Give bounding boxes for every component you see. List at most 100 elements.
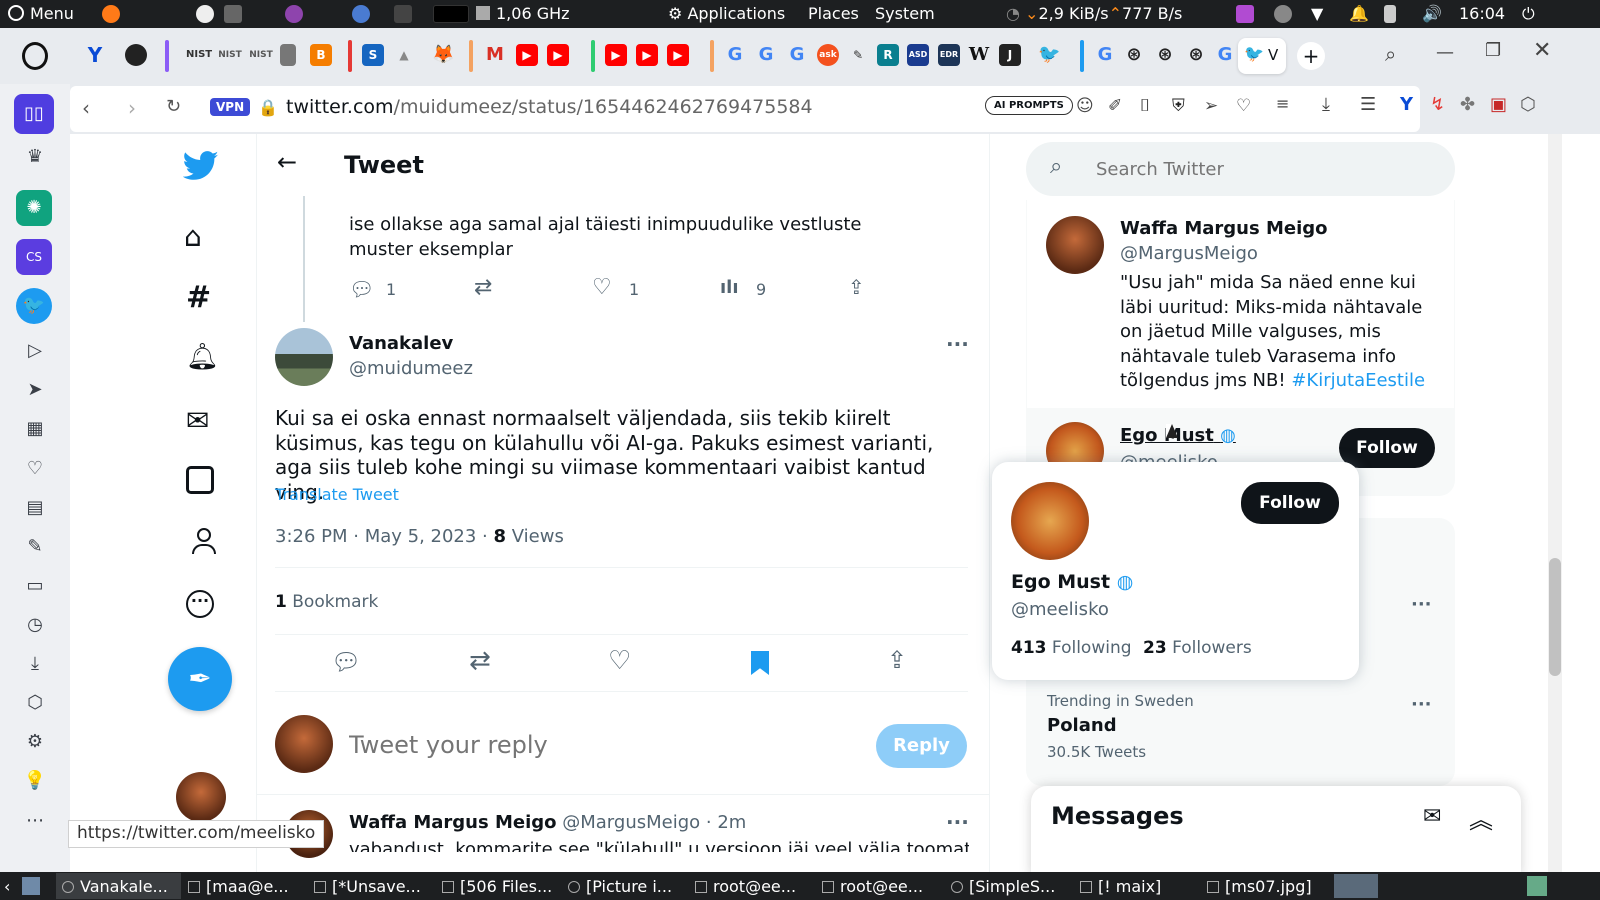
hashtag-link[interactable]: #KirjutaEestile <box>1291 370 1425 391</box>
reply-icon[interactable]: 💬︎ <box>331 648 361 676</box>
dribbble-icon[interactable]: ⊛ <box>1123 44 1145 66</box>
forward-icon[interactable]: › <box>128 96 136 120</box>
wikipedia-icon[interactable]: W <box>968 44 990 66</box>
reply-icon[interactable]: 💬︎ <box>349 277 374 301</box>
trend-topic[interactable]: Poland <box>1047 715 1117 736</box>
trend-more-icon[interactable]: ··· <box>1411 594 1432 615</box>
system-menu[interactable]: System <box>875 4 935 23</box>
extension-y-icon[interactable]: Y <box>1400 94 1413 115</box>
more-icon[interactable]: ⋯ <box>22 808 48 834</box>
opera-logo-icon[interactable] <box>22 42 48 70</box>
reply-input[interactable] <box>349 724 849 766</box>
collapse-icon[interactable]: ︽ <box>1469 800 1493 835</box>
share-icon[interactable]: ➢ <box>1204 96 1218 116</box>
lock-icon[interactable]: 🔒 <box>258 98 278 117</box>
chatgpt-icon[interactable]: ✺ <box>16 190 52 226</box>
card-avatar[interactable] <box>1046 216 1104 274</box>
notification-bell-icon[interactable]: 🔔 <box>1349 4 1369 23</box>
youtube-icon[interactable]: ▶ <box>547 44 569 66</box>
news-icon[interactable]: ▤ <box>22 495 48 521</box>
edit-icon[interactable]: ✎ <box>22 534 48 560</box>
youtube-icon[interactable]: ▶ <box>667 44 689 66</box>
settings-icon[interactable] <box>224 5 242 23</box>
hover-following[interactable]: 413 Following <box>1011 638 1132 658</box>
volume-icon[interactable]: 🔊 <box>1422 4 1442 23</box>
close-icon[interactable]: ✕ <box>1533 38 1551 63</box>
github-icon[interactable] <box>125 44 147 66</box>
send-icon[interactable]: ➤ <box>22 377 48 403</box>
hover-followers[interactable]: 23 Followers <box>1143 638 1252 658</box>
profile-hover-card[interactable]: Follow Ego Must ◍ @meelisko 413 Followin… <box>992 462 1359 680</box>
home-icon[interactable]: ⌂ <box>184 220 218 254</box>
url-field[interactable]: twitter.com/muidumeez/status/16544624627… <box>286 96 813 118</box>
like-icon[interactable]: ♡ <box>608 646 631 676</box>
taskbar-item[interactable]: [Picture i... <box>568 877 672 896</box>
tabs-icon[interactable]: ▭ <box>22 573 48 599</box>
youtube-icon[interactable]: ▶ <box>605 44 627 66</box>
extensions-icon[interactable]: ⬡ <box>22 690 48 716</box>
tab-icon-s[interactable]: S <box>362 44 384 66</box>
messages-drawer[interactable]: Messages ✉ ︽ <box>1031 786 1521 876</box>
opera-launcher-icon[interactable] <box>352 5 370 23</box>
heart-icon[interactable]: ♡ <box>22 456 48 482</box>
show-desktop-icon[interactable] <box>22 877 40 895</box>
extension-box-icon[interactable]: ▣ <box>1490 94 1507 115</box>
twitter-blue-icon[interactable] <box>186 466 214 494</box>
google-icon[interactable]: G <box>1214 44 1236 66</box>
explore-icon[interactable]: # <box>186 280 220 315</box>
menu-icon[interactable]: ☰ <box>1360 94 1376 115</box>
more-options-icon[interactable]: ··· <box>186 590 214 618</box>
player-icon[interactable]: ▷ <box>22 338 48 364</box>
cube-icon[interactable]: ⬡ <box>1520 94 1536 115</box>
crown-icon[interactable]: ♛ <box>22 144 48 170</box>
gmail-icon[interactable]: M <box>484 44 506 66</box>
emoji-icon[interactable]: ☺ <box>1076 96 1094 116</box>
reply-button[interactable]: Reply <box>876 724 967 768</box>
hover-handle[interactable]: @meelisko <box>1011 599 1109 620</box>
youtube-icon[interactable]: ▶ <box>516 44 538 66</box>
retweet-icon[interactable]: ⇄ <box>469 646 491 676</box>
retweet-icon[interactable]: ⇄ <box>474 275 492 300</box>
twitter-logo-icon[interactable] <box>183 150 219 182</box>
downloads-icon[interactable]: ⤓ <box>22 651 48 677</box>
trash-icon[interactable] <box>1527 876 1547 896</box>
scrollbar-thumb[interactable] <box>1549 558 1561 676</box>
taskbar-item[interactable]: [ms07.jpg] <box>1207 877 1312 896</box>
share-icon[interactable]: ⇪ <box>848 275 865 299</box>
chatsonic-icon[interactable]: CS <box>16 239 52 275</box>
share-icon[interactable]: ⇪ <box>887 646 907 674</box>
taskbar-item[interactable]: root@ee... <box>822 877 923 896</box>
edr-icon[interactable]: EDR <box>938 44 960 66</box>
tor-icon[interactable] <box>285 5 303 23</box>
easy-setup-icon[interactable]: ≡ <box>1276 94 1289 113</box>
vpn-badge[interactable]: VPN <box>210 98 251 116</box>
dribbble-icon[interactable]: ⊛ <box>1185 44 1207 66</box>
card-name[interactable]: Waffa Margus Meigo <box>1120 218 1328 239</box>
battery-icon[interactable] <box>1384 5 1396 23</box>
scroll-left-icon[interactable]: ‹ <box>4 877 10 896</box>
inkscape-icon[interactable] <box>196 5 214 23</box>
heart-icon[interactable]: ♡ <box>1236 96 1251 116</box>
nist-icon[interactable]: NIST <box>186 44 212 66</box>
puzzle-icon[interactable]: ✤ <box>1460 94 1475 115</box>
tab-icon-j[interactable]: J <box>999 44 1021 66</box>
back-arrow-icon[interactable]: ← <box>277 148 297 176</box>
youtube-icon[interactable]: ▶ <box>636 44 658 66</box>
terminal-icon[interactable] <box>394 5 412 23</box>
reader-icon[interactable]: ▯▯ <box>14 94 54 134</box>
google-icon[interactable]: G <box>1094 44 1116 66</box>
taskbar-item[interactable]: [506 Files... <box>442 877 552 896</box>
bookmark-stats[interactable]: 1 Bookmark <box>275 592 378 612</box>
taskbar-item[interactable]: [maa@e... <box>188 877 289 896</box>
google-icon[interactable]: G <box>755 44 777 66</box>
back-icon[interactable]: ‹ <box>82 96 90 120</box>
pen-icon[interactable]: ✐ <box>1108 96 1122 116</box>
ai-prompts-button[interactable]: AI PROMPTS <box>985 96 1073 115</box>
search-input[interactable] <box>1096 152 1426 186</box>
reply-author[interactable]: Waffa Margus Meigo @MargusMeigo · 2m <box>349 812 746 833</box>
taskbar-item[interactable]: [*Unsave... <box>314 877 421 896</box>
google-icon[interactable]: G <box>724 44 746 66</box>
download-icon[interactable]: ⤓ <box>1322 94 1330 115</box>
taskbar-item[interactable]: Vanakale... <box>56 873 181 899</box>
dribbble-icon[interactable]: ⊛ <box>1154 44 1176 66</box>
